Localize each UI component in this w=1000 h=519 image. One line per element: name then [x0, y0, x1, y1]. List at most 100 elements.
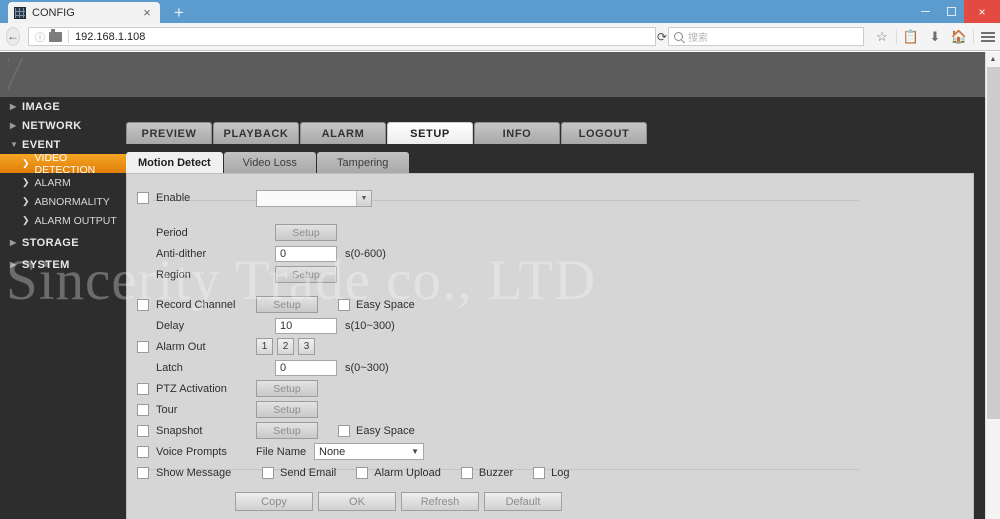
ptz-activation-checkbox[interactable] — [137, 382, 149, 395]
sidebar: ▶ IMAGE ▶ NETWORK ▼ EVENT ❯ VIDEO DETECTION ❯ ALA… — [0, 97, 126, 519]
main-navigation: PREVIEW PLAYBACK ALARM SETUP INFO LOGOUT — [126, 122, 648, 144]
latch-input[interactable]: 0 — [275, 359, 337, 376]
chevron-down-icon: ▼ — [356, 190, 371, 206]
period-setup-button[interactable]: Setup — [275, 224, 337, 241]
snapshot-checkbox[interactable] — [137, 424, 149, 437]
tour-checkbox[interactable] — [137, 403, 149, 416]
default-button[interactable]: Default — [484, 492, 562, 511]
main-tab-playback[interactable]: PLAYBACK — [213, 122, 299, 144]
alarm-out-checkbox[interactable] — [137, 340, 149, 353]
anti-dither-label: Anti-dither — [156, 247, 207, 260]
sub-tab-motion-detect[interactable]: Motion Detect — [126, 152, 223, 173]
row-region: Region Setup — [137, 264, 570, 285]
sidebar-subitem-alarm-output[interactable]: ❯ ALARM OUTPUT — [0, 211, 126, 230]
star-icon[interactable]: ☆ — [870, 27, 894, 47]
ptz-setup-button[interactable]: Setup — [256, 380, 318, 397]
alarm-upload-checkbox[interactable] — [356, 466, 369, 479]
menu-icon[interactable] — [976, 27, 1000, 47]
close-icon[interactable]: × — [140, 6, 154, 20]
alarm-out-channel-3[interactable]: 3 — [298, 338, 315, 355]
alarm-upload-option[interactable]: Alarm Upload — [350, 466, 441, 479]
chevron-right-icon: ▶ — [10, 238, 17, 247]
enable-checkbox[interactable] — [137, 192, 149, 204]
buzzer-option[interactable]: Buzzer — [455, 466, 513, 479]
main-tab-logout[interactable]: LOGOUT — [561, 122, 647, 144]
buzzer-checkbox[interactable] — [460, 466, 473, 479]
library-icon[interactable]: 📋 — [899, 27, 923, 47]
main-tab-preview[interactable]: PREVIEW — [126, 122, 212, 144]
chevron-right-icon: ▶ — [10, 121, 17, 130]
browser-tab[interactable]: CONFIG × — [8, 2, 160, 23]
tour-setup-button[interactable]: Setup — [256, 401, 318, 418]
sidebar-subitem-alarm[interactable]: ❯ ALARM — [0, 173, 126, 192]
send-email-label: Send Email — [280, 466, 337, 479]
snapshot-easy-space-option[interactable]: Easy Space — [332, 424, 415, 437]
tab-title: CONFIG — [32, 6, 75, 19]
sidebar-item-network[interactable]: ▶ NETWORK — [0, 116, 126, 135]
main-tab-setup[interactable]: SETUP — [387, 122, 473, 144]
scrollbar-thumb[interactable] — [987, 67, 1000, 419]
address-bar[interactable]: ⓘ 192.168.1.108 — [28, 27, 656, 46]
search-placeholder: 搜索 — [688, 33, 708, 44]
snapshot-setup-button[interactable]: Setup — [256, 422, 318, 439]
new-tab-button[interactable]: + — [170, 4, 188, 22]
window-close-button[interactable]: × — [964, 0, 1000, 23]
divider — [68, 30, 69, 43]
record-channel-checkbox[interactable] — [137, 298, 149, 311]
anti-dither-input[interactable]: 0 — [275, 245, 337, 262]
main-tab-alarm[interactable]: ALARM — [300, 122, 386, 144]
alarm-out-channel-1[interactable]: 1 — [256, 338, 273, 355]
delay-input[interactable]: 10 — [275, 317, 337, 334]
send-email-option[interactable]: Send Email — [256, 466, 337, 479]
vertical-scrollbar[interactable]: ▲ — [985, 52, 1000, 519]
voice-prompts-checkbox[interactable] — [137, 445, 149, 458]
search-input[interactable]: 搜索 — [668, 27, 864, 46]
tour-label: Tour — [156, 403, 178, 416]
refresh-button[interactable]: Refresh — [401, 492, 479, 511]
reload-icon[interactable]: ⟳ — [656, 30, 668, 44]
download-icon[interactable]: ⬇ — [923, 27, 947, 47]
copy-button[interactable]: Copy — [235, 492, 313, 511]
sidebar-subitem-video-detection[interactable]: ❯ VIDEO DETECTION — [0, 151, 126, 176]
region-setup-button[interactable]: Setup — [275, 266, 337, 283]
row-alarm-out: Alarm Out 123 — [137, 336, 570, 357]
maximize-button[interactable] — [938, 0, 964, 23]
record-channel-label: Record Channel — [156, 298, 236, 311]
record-channel-setup-button[interactable]: Setup — [256, 296, 318, 313]
enable-select[interactable]: ▼ — [256, 189, 372, 207]
row-record-channel: Record Channel Setup Easy Space — [137, 294, 570, 315]
content-area: Motion Detect Video Loss Tampering Enable … — [126, 152, 974, 519]
scroll-up-icon[interactable]: ▲ — [986, 52, 1000, 66]
alarm-out-label: Alarm Out — [156, 340, 206, 353]
sidebar-subitem-abnormality[interactable]: ❯ ABNORMALITY — [0, 192, 126, 211]
record-easy-space-checkbox[interactable] — [338, 298, 350, 311]
sidebar-item-system[interactable]: ▶ SYSTEM — [0, 255, 126, 274]
send-email-checkbox[interactable] — [262, 466, 274, 479]
log-checkbox[interactable] — [533, 466, 546, 479]
sidebar-item-image[interactable]: ▶ IMAGE — [0, 97, 126, 116]
sidebar-item-storage[interactable]: ▶ STORAGE — [0, 233, 126, 252]
snapshot-easy-space-checkbox[interactable] — [338, 424, 350, 437]
chevron-right-icon: ▶ — [10, 102, 17, 111]
show-message-checkbox[interactable] — [137, 466, 149, 479]
ok-button[interactable]: OK — [318, 492, 396, 511]
record-easy-space-label: Easy Space — [356, 298, 415, 311]
record-easy-space-option[interactable]: Easy Space — [332, 298, 415, 311]
alarm-out-channel-2[interactable]: 2 — [277, 338, 294, 355]
home-icon[interactable]: 🏠 — [947, 27, 971, 47]
info-icon[interactable]: ⓘ — [33, 29, 47, 44]
minimize-button[interactable] — [912, 0, 938, 23]
sidebar-subitem-label: ABNORMALITY — [34, 195, 110, 208]
alarm-out-channels: 123 — [256, 338, 319, 355]
camera-permission-icon[interactable] — [49, 28, 62, 42]
file-name-select[interactable]: None ▼ — [314, 443, 424, 460]
delay-unit: s(10~300) — [345, 319, 395, 332]
log-option[interactable]: Log — [527, 466, 570, 479]
chevron-right-icon: ❯ — [22, 215, 30, 225]
back-icon[interactable]: ← — [6, 27, 20, 46]
sidebar-subitem-label: VIDEO DETECTION — [34, 151, 96, 176]
chevron-right-icon: ❯ — [22, 177, 30, 187]
main-tab-info[interactable]: INFO — [474, 122, 560, 144]
sub-tab-video-loss[interactable]: Video Loss — [223, 152, 316, 173]
sub-tab-tampering[interactable]: Tampering — [316, 152, 409, 173]
